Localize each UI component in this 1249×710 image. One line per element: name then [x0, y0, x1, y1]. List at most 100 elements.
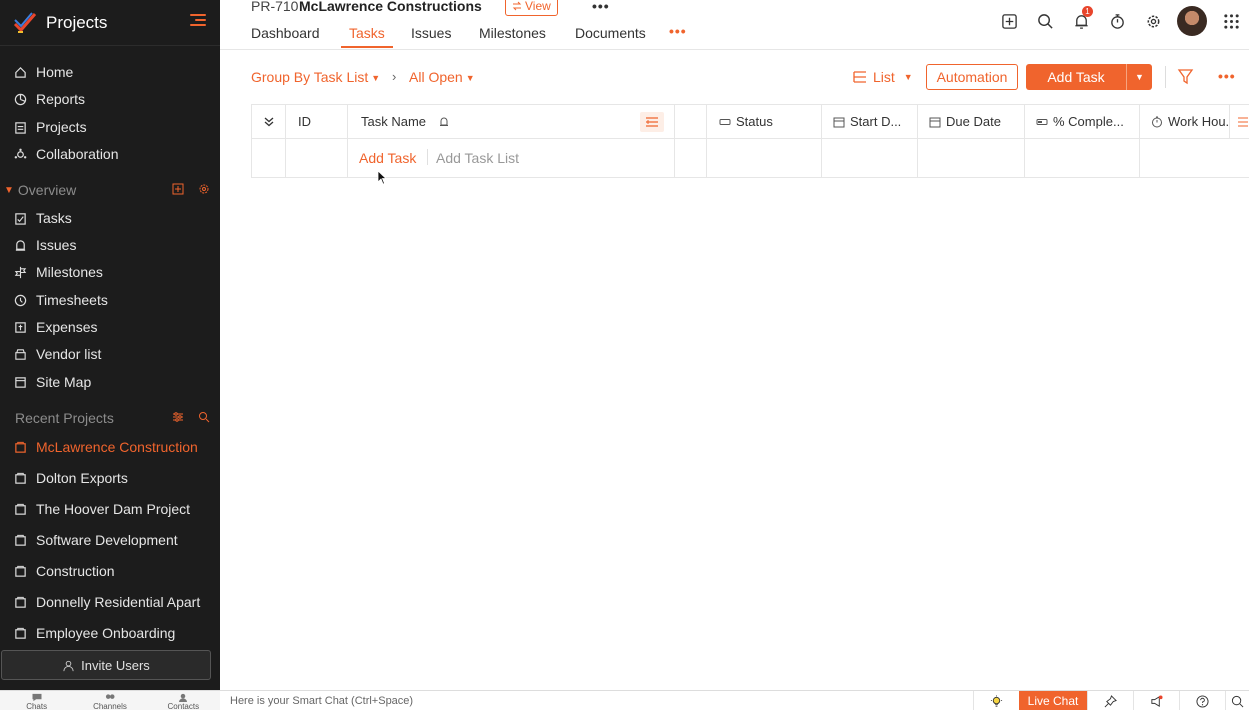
table-cell [918, 139, 1025, 178]
sidebar-item-expenses[interactable]: Expenses [0, 314, 220, 340]
invite-users-button[interactable]: Invite Users [1, 650, 211, 680]
avatar[interactable] [1177, 6, 1207, 36]
view-filter-dropdown[interactable]: All Open ▼ [409, 69, 475, 85]
sidebar-item-projects[interactable]: Projects [0, 114, 220, 140]
column-header-status[interactable]: Status [707, 105, 822, 139]
sidebar-item-milestones[interactable]: Milestones [0, 259, 220, 285]
recent-project-item[interactable]: Dolton Exports [0, 465, 220, 491]
column-header-start-date[interactable]: Start D... [822, 105, 918, 139]
column-config-icon[interactable] [1230, 105, 1249, 139]
filter-icon[interactable] [1177, 68, 1194, 85]
recent-project-label: McLawrence Construction [36, 439, 198, 455]
reminder-icon[interactable] [438, 116, 450, 128]
column-header-task-name[interactable]: Task Name [348, 105, 675, 139]
search-icon[interactable] [1027, 7, 1063, 35]
sliders-icon[interactable] [172, 411, 184, 423]
recent-project-item[interactable]: The Hoover Dam Project [0, 496, 220, 522]
apps-grid-icon[interactable] [1213, 7, 1249, 35]
sidebar-item-vendor-list[interactable]: Vendor list [0, 341, 220, 367]
recent-project-item[interactable]: Software Development [0, 527, 220, 553]
search-icon[interactable] [198, 411, 210, 423]
sidebar-item-home[interactable]: Home [0, 59, 220, 85]
sidebar-item-label: Home [36, 64, 74, 80]
smart-chat-input[interactable]: Here is your Smart Chat (Ctrl+Space) [230, 695, 413, 707]
view-filter-label: All Open [409, 69, 463, 85]
sidebar-item-issues[interactable]: Issues [0, 232, 220, 258]
chats-shortcut[interactable]: Chats [12, 691, 62, 710]
sidebar-item-label: Timesheets [36, 292, 108, 308]
sidebar-item-site-map[interactable]: Site Map [0, 369, 220, 395]
announcements-shortcut[interactable] [1133, 691, 1179, 710]
column-label: Task Name [361, 114, 427, 129]
recent-project-item[interactable]: Donnelly Residential Apart [0, 589, 220, 615]
view-button[interactable]: View [505, 0, 558, 16]
megaphone-icon [1151, 694, 1163, 707]
gear-icon[interactable] [198, 183, 210, 195]
recent-project-label: The Hoover Dam Project [36, 501, 191, 517]
column-label: Start D... [850, 114, 902, 129]
list-view-dropdown[interactable]: List ▼ [853, 69, 913, 85]
more-options-icon[interactable]: ••• [1218, 68, 1236, 84]
lightbulb-icon [990, 694, 1003, 707]
group-by-dropdown[interactable]: Group By Task List ▼ [251, 69, 380, 85]
help-shortcut[interactable] [1179, 691, 1225, 710]
tabs-more-icon[interactable]: ••• [669, 23, 687, 39]
view-label: View [525, 0, 551, 13]
zoom-shortcut[interactable] [1225, 691, 1249, 710]
tab-tasks[interactable]: Tasks [341, 25, 393, 48]
recent-project-item[interactable]: McLawrence Construction [0, 434, 220, 460]
column-header-id[interactable]: ID [286, 105, 348, 139]
brand[interactable]: Projects [0, 0, 220, 46]
pin-shortcut[interactable] [1087, 691, 1133, 710]
gear-icon[interactable] [1135, 7, 1171, 35]
add-task-link[interactable]: Add Task [359, 150, 416, 166]
sidebar-item-collaboration[interactable]: Collaboration [0, 141, 220, 167]
column-header-due-date[interactable]: Due Date [918, 105, 1025, 139]
sidebar: Projects Home Reports Projects Collabora… [0, 0, 220, 690]
timer-icon [1151, 116, 1163, 128]
issues-icon [14, 239, 27, 252]
live-chat-button[interactable]: Live Chat [1019, 691, 1087, 710]
add-task-button[interactable]: Add Task [1026, 64, 1126, 90]
recent-project-label: Software Development [36, 532, 178, 548]
add-task-dropdown-icon[interactable]: ▼ [1126, 64, 1152, 90]
vendor-icon [14, 348, 27, 361]
expand-all-icon[interactable] [252, 105, 286, 139]
tab-issues[interactable]: Issues [411, 25, 451, 48]
column-settings-icon[interactable] [640, 111, 664, 132]
calendar-icon [929, 116, 941, 128]
sidebar-item-tasks[interactable]: Tasks [0, 205, 220, 231]
tab-dashboard[interactable]: Dashboard [251, 25, 320, 48]
sidebar-item-reports[interactable]: Reports [0, 86, 220, 112]
folder-icon [14, 534, 27, 547]
channels-shortcut[interactable]: Channels [85, 691, 135, 710]
sidebar-item-timesheets[interactable]: Timesheets [0, 287, 220, 313]
idea-shortcut[interactable] [973, 691, 1019, 710]
recent-project-item[interactable]: Employee Onboarding [0, 620, 220, 646]
add-icon[interactable] [991, 7, 1027, 35]
automation-button[interactable]: Automation [926, 64, 1018, 90]
add-task-list-link[interactable]: Add Task List [436, 150, 519, 166]
column-header-work-hours[interactable]: Work Hou... [1140, 105, 1230, 139]
sitemap-icon [14, 376, 27, 389]
notification-bell-icon[interactable]: 1 [1063, 6, 1099, 35]
table-cell [675, 139, 707, 178]
contacts-shortcut[interactable]: Contacts [158, 691, 208, 710]
recent-project-item[interactable]: Construction [0, 558, 220, 584]
chat-shortcuts: Chats Channels Contacts [0, 691, 220, 710]
more-options-icon[interactable]: ••• [592, 0, 610, 14]
timer-icon[interactable] [1099, 7, 1135, 35]
collaboration-icon [14, 148, 27, 161]
milestones-icon [14, 266, 27, 279]
overview-section-header[interactable]: ▼ Overview [0, 178, 220, 202]
toolbar-divider [1165, 66, 1166, 88]
tab-documents[interactable]: Documents [575, 25, 646, 48]
contacts-icon [179, 693, 188, 702]
column-header-percent-complete[interactable]: % Comple... [1025, 105, 1140, 139]
add-icon[interactable] [172, 183, 184, 195]
column-label: % Comple... [1053, 114, 1124, 129]
menu-toggle-icon[interactable] [190, 14, 206, 28]
tab-milestones[interactable]: Milestones [479, 25, 546, 48]
column-header-blank [675, 105, 707, 139]
invite-users-label: Invite Users [81, 657, 150, 673]
